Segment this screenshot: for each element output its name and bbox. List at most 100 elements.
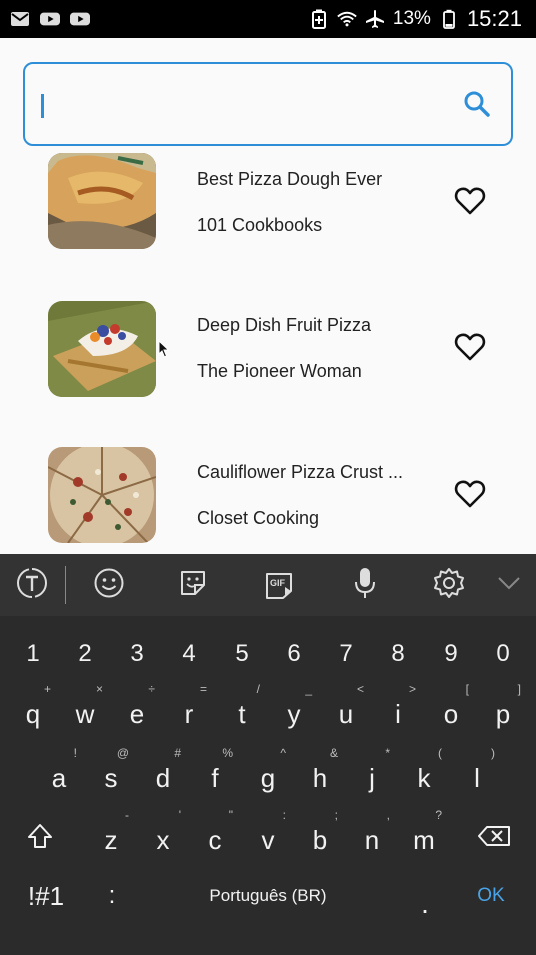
key-label: 9	[444, 640, 458, 667]
key-hint: *	[385, 746, 390, 760]
key-g[interactable]: ^ g	[242, 742, 294, 804]
key-f[interactable]: % f	[189, 742, 241, 804]
translate-button[interactable]	[15, 567, 49, 602]
toolbar-divider	[65, 566, 66, 604]
gif-label: GIF	[270, 578, 285, 588]
key-label: r	[184, 699, 194, 729]
favorite-button[interactable]	[452, 478, 488, 514]
heart-outline-icon	[454, 332, 486, 367]
key-l[interactable]: ) l	[451, 742, 503, 804]
key-w[interactable]: × w	[59, 678, 111, 740]
recipe-item[interactable]: Best Pizza Dough Ever 101 Cookbooks	[0, 150, 536, 270]
key-3[interactable]: 3	[111, 616, 163, 678]
youtube-icon	[40, 10, 60, 28]
key-label: 6	[287, 640, 301, 667]
mail-icon	[10, 10, 30, 28]
key-t[interactable]: / t	[216, 678, 268, 740]
key-0[interactable]: 0	[477, 616, 529, 678]
key-hint: @	[116, 746, 129, 760]
key-k[interactable]: (k	[398, 742, 450, 804]
gif-button[interactable]: GIF	[262, 568, 296, 602]
key-r[interactable]: = r	[163, 678, 215, 740]
keyboard-toolbar: GIF	[0, 554, 536, 616]
search-box[interactable]	[23, 62, 513, 146]
voice-input-button[interactable]	[348, 567, 382, 602]
key-label: 0	[496, 640, 510, 667]
key-h[interactable]: & h	[294, 742, 346, 804]
key-hint: "	[228, 808, 233, 822]
key-b[interactable]: ; b	[294, 804, 346, 866]
key-label: s	[104, 763, 118, 793]
search-button[interactable]	[461, 90, 493, 122]
key-q[interactable]: + q	[7, 678, 59, 740]
key-label: g	[260, 763, 276, 793]
key-y[interactable]: _ y	[268, 678, 320, 740]
key-m[interactable]: ? m	[398, 804, 450, 866]
collapse-keyboard-button[interactable]	[492, 568, 526, 602]
key-label: o	[443, 699, 459, 729]
key-label: h	[312, 763, 328, 793]
shift-key[interactable]	[14, 812, 66, 864]
status-bar: 13% 15:21	[0, 0, 536, 38]
key-hint: :	[282, 808, 286, 822]
period-key[interactable]: .	[405, 874, 445, 934]
key-a[interactable]: ! a	[33, 742, 85, 804]
symbols-key[interactable]: !#1	[14, 866, 78, 926]
key-hint: %	[222, 746, 233, 760]
key-1[interactable]: 1	[7, 616, 59, 678]
key-label: q	[25, 699, 41, 729]
key-z[interactable]: -z	[85, 804, 137, 866]
recipe-list[interactable]: Best Pizza Dough Ever 101 Cookbooks Deep…	[0, 150, 536, 554]
key-hint: (	[438, 746, 442, 760]
key-label: e	[129, 699, 145, 729]
key-s[interactable]: @ s	[85, 742, 137, 804]
recipe-title: Deep Dish Fruit Pizza	[197, 315, 372, 335]
key-n[interactable]: ,n	[346, 804, 398, 866]
search-input[interactable]	[49, 90, 429, 122]
key-6[interactable]: 6	[268, 616, 320, 678]
key-hint: >	[408, 682, 416, 696]
status-notifications	[10, 10, 90, 28]
key-hint: [	[465, 682, 469, 696]
key-j[interactable]: * j	[346, 742, 398, 804]
gif-icon: GIF	[263, 569, 295, 601]
recipe-source: 101 Cookbooks	[197, 215, 323, 235]
key-label: y	[287, 699, 301, 729]
key-i[interactable]: > i	[372, 678, 424, 740]
key-p[interactable]: ] p	[477, 678, 529, 740]
ok-key[interactable]: OK	[460, 866, 522, 926]
key-hint: <	[356, 682, 364, 696]
key-hint: -	[125, 808, 129, 822]
key-e[interactable]: ÷ e	[111, 678, 163, 740]
favorite-button[interactable]	[452, 185, 488, 221]
key-5[interactable]: 5	[216, 616, 268, 678]
key-u[interactable]: < u	[320, 678, 372, 740]
colon-key[interactable]: :	[92, 866, 132, 926]
text-cursor	[41, 94, 44, 118]
key-2[interactable]: 2	[59, 616, 111, 678]
key-8[interactable]: 8	[372, 616, 424, 678]
recipe-item[interactable]: Cauliflower Pizza Crust ... Closet Cooki…	[0, 443, 536, 554]
mouse-pointer-icon	[158, 339, 170, 363]
shift-icon	[26, 822, 54, 855]
key-x[interactable]: ' x	[137, 804, 189, 866]
key-d[interactable]: # d	[137, 742, 189, 804]
space-key[interactable]: Português (BR)	[150, 866, 386, 926]
backspace-key[interactable]	[466, 812, 522, 864]
key-c[interactable]: " c	[189, 804, 241, 866]
emoji-button[interactable]	[92, 568, 126, 602]
recipe-item[interactable]: Deep Dish Fruit Pizza The Pioneer Woman	[0, 296, 536, 416]
key-9[interactable]: 9	[425, 616, 477, 678]
key-label: 8	[391, 640, 405, 667]
key-4[interactable]: 4	[163, 616, 215, 678]
keyboard[interactable]: GIF 1 2 3 4 5 6 7 8 9 0 + q × w ÷ e = r / t _…	[0, 554, 536, 955]
recipe-source: The Pioneer Woman	[197, 361, 362, 381]
sticker-button[interactable]	[176, 568, 210, 602]
key-v[interactable]: :v	[242, 804, 294, 866]
key-o[interactable]: [o	[425, 678, 477, 740]
favorite-button[interactable]	[452, 331, 488, 367]
keyboard-settings-button[interactable]	[432, 567, 466, 602]
key-hint: &	[329, 746, 338, 760]
key-7[interactable]: 7	[320, 616, 372, 678]
key-label: c	[208, 825, 222, 855]
